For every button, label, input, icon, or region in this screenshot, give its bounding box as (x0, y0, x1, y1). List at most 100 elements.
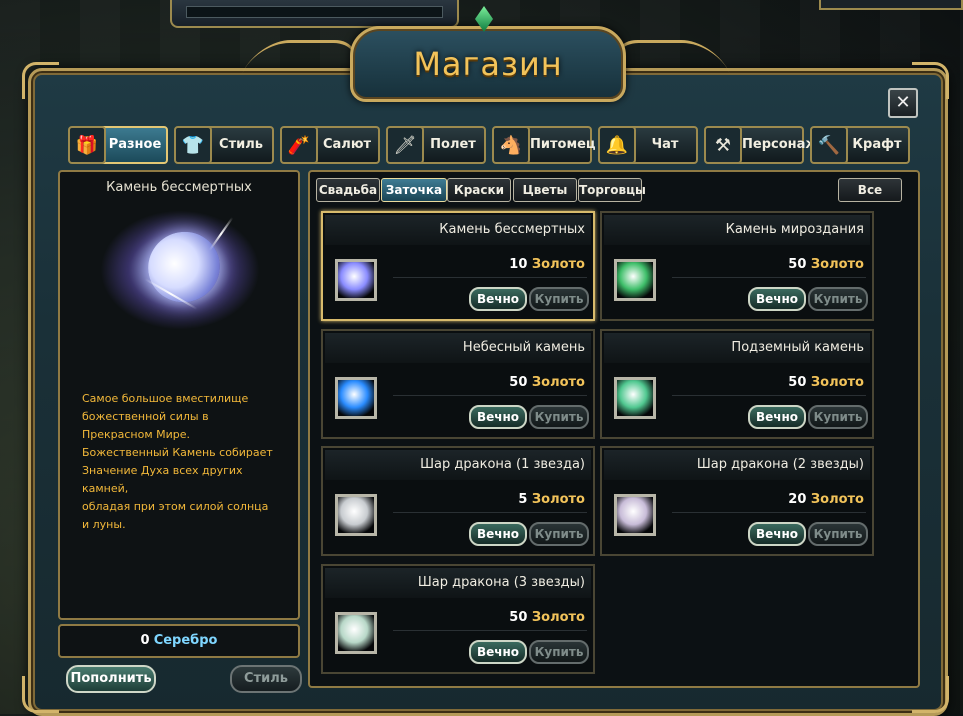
card-divider (393, 630, 587, 631)
dragon-orb-2-icon (614, 494, 656, 536)
tab-label: Персонаж (742, 137, 819, 152)
buy-button[interactable]: Купить (808, 522, 868, 546)
gift-icon: 🎁 (68, 126, 106, 164)
item-card[interactable]: Шар дракона (3 звезды) 50 Золото Вечно Купи… (321, 564, 595, 674)
status-bar-fill (186, 6, 443, 18)
tab-label: Разное (108, 137, 162, 152)
tab-label: Крафт (852, 137, 902, 152)
subtab-merchants[interactable]: Торговцы (578, 178, 646, 202)
tab-label: Салют (322, 137, 371, 152)
forever-button[interactable]: Вечно (469, 405, 527, 429)
outfit-icon: 👕 (174, 126, 212, 164)
balance-display: 0 Серебро (58, 624, 300, 658)
item-price: 50 Золото (509, 610, 585, 625)
tab-chat[interactable]: 🔔 Чат (598, 126, 698, 164)
style-button[interactable]: Стиль (230, 665, 302, 693)
item-card[interactable]: Шар дракона (1 звезда) 5 Золото Вечно Купит… (321, 446, 595, 556)
subtab-flowers[interactable]: Цветы (513, 178, 577, 202)
frame-corner (22, 676, 59, 713)
item-price: 5 Золото (518, 492, 585, 507)
item-name: Камень мироздания (604, 215, 870, 245)
close-button[interactable]: ✕ (888, 88, 918, 118)
buy-button[interactable]: Купить (529, 405, 589, 429)
balance-currency: Серебро (153, 633, 218, 648)
creation-stone-icon (614, 259, 656, 301)
item-name: Шар дракона (3 звезды) (325, 568, 591, 598)
item-name: Шар дракона (2 звезды) (604, 450, 870, 480)
item-name: Камень бессмертных (325, 215, 591, 245)
tab-character[interactable]: ⚒ Персонаж (704, 126, 819, 164)
tab-fireworks[interactable]: 🧨 Салют (280, 126, 380, 164)
tab-flight[interactable]: 🗡 Полет (386, 126, 486, 164)
price-currency: Золото (810, 257, 864, 272)
frame-corner (22, 62, 59, 99)
item-name: Небесный камень (325, 333, 591, 363)
top-right-hud (819, 0, 963, 10)
tab-craft[interactable]: 🔨 Крафт (810, 126, 910, 164)
pet-icon: 🐴 (492, 126, 530, 164)
heavenly-stone-icon (335, 377, 377, 419)
tab-label: Полет (430, 137, 476, 152)
chat-icon: 🔔 (598, 126, 636, 164)
forever-button[interactable]: Вечно (748, 522, 806, 546)
card-divider (393, 512, 587, 513)
subtab-dyes[interactable]: Краски (447, 178, 511, 202)
card-divider (672, 277, 866, 278)
buy-button[interactable]: Купить (808, 287, 868, 311)
price-amount: 20 (788, 492, 811, 507)
forever-button[interactable]: Вечно (469, 522, 527, 546)
price-currency: Золото (810, 375, 864, 390)
price-amount: 50 (788, 375, 811, 390)
subtab-enhance[interactable]: Заточка (381, 178, 447, 202)
item-preview-panel: Камень бессмертных Самое большое вместил… (58, 170, 300, 620)
price-amount: 50 (509, 375, 532, 390)
forever-button[interactable]: Вечно (748, 287, 806, 311)
item-card[interactable]: Камень бессмертных 10 Золото Вечно Купить (321, 211, 595, 321)
character-icon: ⚒ (704, 126, 742, 164)
price-currency: Золото (531, 257, 585, 272)
immortal-stone-icon (335, 259, 377, 301)
item-price: 50 Золото (788, 375, 864, 390)
window-title: Магазин (413, 45, 563, 83)
card-divider (672, 512, 866, 513)
balance-amount: 0 (140, 633, 150, 648)
forever-button[interactable]: Вечно (469, 640, 527, 664)
buy-button[interactable]: Купить (529, 640, 589, 664)
tab-pet[interactable]: 🐴 Питомец (492, 126, 596, 164)
craft-icon: 🔨 (810, 126, 848, 164)
item-card[interactable]: Подземный камень 50 Золото Вечно Купить (600, 329, 874, 439)
item-price: 50 Золото (509, 375, 585, 390)
item-price: 10 Золото (509, 257, 585, 272)
top-status-bar (170, 0, 459, 28)
buy-button[interactable]: Купить (529, 287, 589, 311)
tab-misc[interactable]: 🎁 Разное (68, 126, 168, 164)
dragon-orb-1-icon (335, 494, 377, 536)
forever-button[interactable]: Вечно (748, 405, 806, 429)
item-card[interactable]: Камень мироздания 50 Золото Вечно Купить (600, 211, 874, 321)
price-amount: 50 (509, 610, 532, 625)
buy-button[interactable]: Купить (808, 405, 868, 429)
tab-style[interactable]: 👕 Стиль (174, 126, 274, 164)
tab-label: Питомец (530, 137, 596, 152)
flight-icon: 🗡 (386, 126, 424, 164)
firework-icon: 🧨 (280, 126, 318, 164)
tab-label: Стиль (219, 137, 263, 152)
buy-button[interactable]: Купить (529, 522, 589, 546)
refill-button[interactable]: Пополнить (66, 665, 156, 693)
price-amount: 5 (518, 492, 532, 507)
forever-button[interactable]: Вечно (469, 287, 527, 311)
item-card[interactable]: Небесный камень 50 Золото Вечно Купить (321, 329, 595, 439)
item-name: Подземный камень (604, 333, 870, 363)
subtab-all[interactable]: Все (838, 178, 902, 202)
dragon-orb-3-icon (335, 612, 377, 654)
subtab-wedding[interactable]: Свадьба (316, 178, 380, 202)
price-currency: Золото (810, 492, 864, 507)
price-amount: 50 (788, 257, 811, 272)
card-divider (672, 395, 866, 396)
tab-label: Чат (651, 137, 679, 152)
price-currency: Золото (531, 492, 585, 507)
price-currency: Золото (531, 375, 585, 390)
item-card[interactable]: Шар дракона (2 звезды) 20 Золото Вечно Купи… (600, 446, 874, 556)
card-divider (393, 277, 587, 278)
preview-description: Самое большое вместилище божественной си… (82, 392, 273, 531)
